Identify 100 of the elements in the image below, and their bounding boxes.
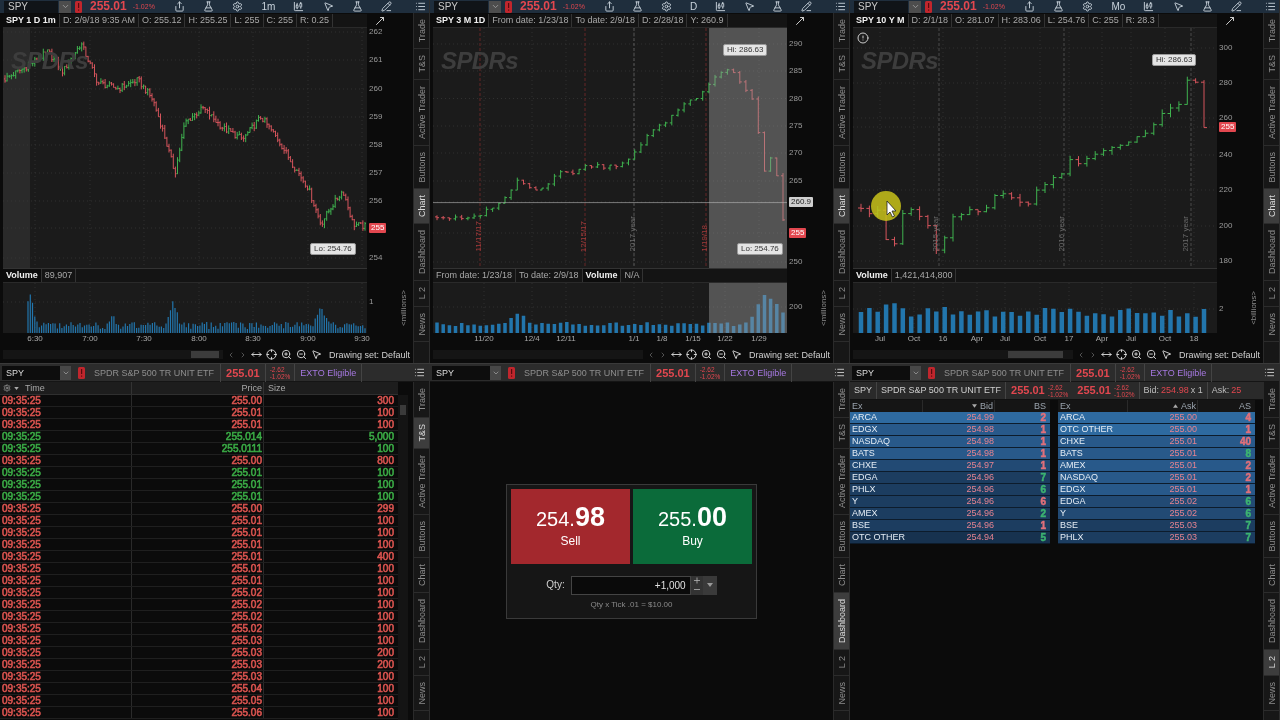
menu-icon[interactable] (1265, 1, 1276, 12)
table-row[interactable]: BATS 254.98 1 (850, 448, 1050, 460)
table-row[interactable]: ARCA 255.00 4 (1058, 412, 1255, 424)
symbol-field[interactable]: SPY (434, 0, 488, 13)
side-tab[interactable]: Trade (834, 382, 849, 419)
side-tab[interactable]: T&S (834, 418, 849, 449)
symbol-dropdown-button[interactable] (489, 0, 501, 13)
table-row[interactable]: AMEX 255.01 2 (1058, 460, 1255, 472)
table-row[interactable]: BSE 255.03 7 (1058, 520, 1255, 532)
table-row[interactable]: OTC OTHER 254.94 5 (850, 532, 1050, 544)
side-tab[interactable]: L 2 (414, 281, 429, 307)
side-tab[interactable]: Chart (834, 189, 849, 225)
sell-button[interactable]: 254.98 Sell (511, 488, 630, 564)
settings-icon[interactable] (1082, 1, 1094, 12)
table-row[interactable]: AMEX 254.96 2 (850, 508, 1050, 520)
symbol-field[interactable]: SPY (852, 365, 910, 380)
flask-icon[interactable] (203, 1, 215, 12)
pencil-icon[interactable] (380, 1, 392, 12)
side-tab[interactable]: Active Trader (1264, 448, 1279, 515)
share-icon[interactable] (603, 1, 615, 12)
scrollbar[interactable] (398, 395, 408, 720)
side-tab[interactable]: Dashboard (414, 593, 429, 651)
sort-up-icon[interactable] (1173, 404, 1178, 408)
column-header[interactable]: Bid (980, 400, 993, 412)
side-tab[interactable]: T&S (414, 49, 429, 80)
zoom-in-icon[interactable] (1130, 349, 1142, 360)
cursor-icon[interactable] (322, 1, 334, 12)
side-tab[interactable]: Trade (834, 13, 849, 50)
side-tab[interactable]: Chart (414, 189, 429, 225)
symbol-field[interactable]: SPY (2, 365, 60, 380)
table-row[interactable]: BATS 255.01 8 (1058, 448, 1255, 460)
share-icon[interactable] (1023, 1, 1035, 12)
timeframe-button[interactable]: D (689, 0, 698, 13)
symbol-dropdown-button[interactable] (60, 365, 71, 380)
side-tab[interactable]: Active Trader (834, 79, 849, 146)
diagonal-arrow-icon[interactable] (1224, 15, 1236, 27)
drawing-set-label[interactable]: Drawing set: Default (1178, 348, 1260, 361)
side-tab[interactable]: Chart (1264, 558, 1279, 594)
side-tab[interactable]: L 2 (834, 650, 849, 676)
table-row[interactable]: BSE 254.96 1 (850, 520, 1050, 532)
side-tab[interactable]: News (834, 675, 849, 711)
crosshair-icon[interactable] (265, 349, 277, 360)
side-tab[interactable]: Dashboard (834, 593, 849, 651)
cursor-icon[interactable] (730, 349, 742, 360)
diagonal-arrow-icon[interactable] (374, 15, 386, 27)
side-tab[interactable]: Buttons (834, 514, 849, 559)
diagonal-arrow-icon[interactable] (794, 15, 806, 27)
table-row[interactable]: Y 255.02 6 (1058, 508, 1255, 520)
sort-down-icon[interactable] (972, 404, 977, 408)
menu-icon[interactable] (835, 1, 846, 12)
timeframe-button[interactable]: 1m (261, 0, 276, 13)
symbol-dropdown-button[interactable] (909, 0, 921, 13)
crosshair-icon[interactable] (685, 349, 697, 360)
side-tab[interactable]: T&S (1264, 49, 1279, 80)
table-row[interactable]: CHXE 255.01 40 (1058, 436, 1255, 448)
zoom-in-icon[interactable] (700, 349, 712, 360)
cursor-icon[interactable] (1172, 1, 1184, 12)
settings-icon[interactable] (232, 1, 244, 12)
symbol-dropdown-button[interactable] (490, 365, 501, 380)
side-tab[interactable]: Active Trader (834, 448, 849, 515)
side-tab[interactable]: Trade (1264, 13, 1279, 50)
pencil-icon[interactable] (1230, 1, 1242, 12)
flask-icon[interactable] (351, 1, 363, 12)
flask-icon[interactable] (632, 1, 644, 12)
side-tab[interactable]: L 2 (1264, 650, 1279, 676)
side-tab[interactable]: T&S (414, 418, 429, 449)
table-row[interactable]: NASDAQ 255.01 2 (1058, 472, 1255, 484)
menu-icon[interactable] (415, 1, 426, 12)
share-icon[interactable] (173, 1, 185, 12)
menu-icon[interactable] (414, 367, 425, 378)
cursor-icon[interactable] (1160, 349, 1172, 360)
zoom-out-icon[interactable] (715, 349, 727, 360)
expand-horizontal-icon[interactable] (1100, 349, 1112, 360)
symbol-dropdown-button[interactable] (910, 365, 921, 380)
side-tab[interactable]: L 2 (1264, 281, 1279, 307)
side-tab[interactable]: Chart (1264, 189, 1279, 225)
drawing-set-label[interactable]: Drawing set: Default (748, 348, 830, 361)
scrollbar[interactable] (853, 350, 1073, 359)
side-tab[interactable]: L 2 (414, 650, 429, 676)
side-tab[interactable]: Active Trader (1264, 79, 1279, 146)
side-tab[interactable]: Trade (1264, 382, 1279, 419)
side-tab[interactable]: Trade (414, 13, 429, 50)
zoom-in-icon[interactable] (280, 349, 292, 360)
side-tab[interactable]: Buttons (414, 514, 429, 559)
side-tab[interactable]: L 2 (834, 281, 849, 307)
table-row[interactable]: CHXE 254.97 1 (850, 460, 1050, 472)
side-tab[interactable]: Dashboard (1264, 224, 1279, 282)
table-row[interactable]: EDGX 254.98 1 (850, 424, 1050, 436)
table-row[interactable]: NASDAQ 254.98 1 (850, 436, 1050, 448)
side-tab[interactable]: News (834, 306, 849, 342)
symbol-field[interactable]: SPY (4, 0, 58, 13)
expand-horizontal-icon[interactable] (670, 349, 682, 360)
table-row[interactable]: PHLX 254.96 6 (850, 484, 1050, 496)
table-row[interactable]: PHLX 255.03 7 (1058, 532, 1255, 544)
menu-icon[interactable] (1264, 367, 1275, 378)
timeframe-button[interactable]: Mo (1111, 0, 1126, 13)
zoom-out-icon[interactable] (295, 349, 307, 360)
side-tab[interactable]: Active Trader (414, 79, 429, 146)
table-row[interactable]: OTC OTHER 255.00 1 (1058, 424, 1255, 436)
table-row[interactable]: ARCA 254.99 2 (850, 412, 1050, 424)
